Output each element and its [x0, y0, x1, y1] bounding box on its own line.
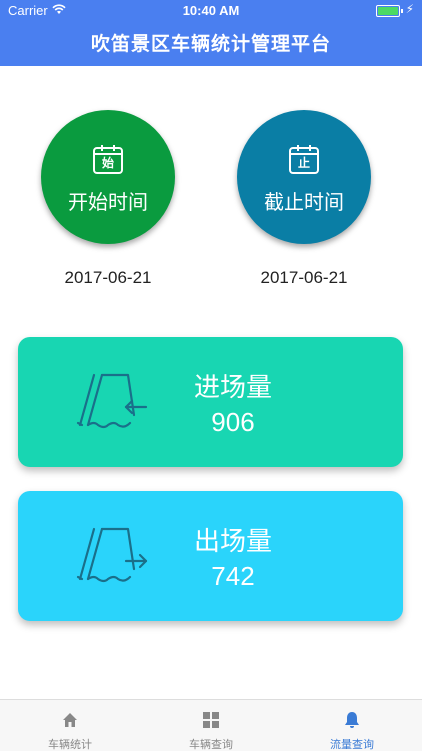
bell-icon [345, 712, 359, 728]
tab-vehicle-stats[interactable]: 车辆统计 [0, 700, 140, 751]
exit-count-value: 742 [211, 561, 255, 591]
entry-count-value: 906 [211, 407, 255, 437]
status-bar: Carrier 10:40 AM ⚡ [0, 0, 422, 22]
end-time-label: 截止时间 [264, 190, 344, 214]
calendar-char: 始 [101, 156, 114, 170]
calendar-char: 止 [297, 156, 310, 170]
tab-vehicle-query[interactable]: 车辆查询 [141, 700, 281, 751]
status-time: 10:40 AM [182, 3, 240, 18]
tab-bar: 车辆统计 车辆查询 流量查询 [0, 699, 422, 751]
start-time-button[interactable]: 始 开始时间 [41, 110, 175, 244]
header-bar: Carrier 10:40 AM ⚡ 吹笛景区车辆统计管理平台 [0, 0, 422, 66]
entry-count-label: 进场量 [193, 373, 272, 403]
charging-icon: ⚡ [405, 2, 414, 16]
start-time-label: 开始时间 [68, 190, 148, 214]
exit-gate-icon [76, 527, 148, 583]
start-date-value: 2017-06-21 [64, 268, 152, 287]
page-title: 吹笛景区车辆统计管理平台 [90, 33, 331, 55]
exit-count-label: 出场量 [193, 527, 272, 557]
home-icon [63, 713, 77, 727]
exit-count-card[interactable]: 出场量 742 [18, 491, 403, 621]
grid-icon [203, 712, 219, 728]
end-date-value: 2017-06-21 [260, 268, 348, 287]
entry-gate-icon [76, 373, 148, 429]
entry-count-card[interactable]: 进场量 906 [18, 337, 403, 467]
battery-icon [376, 5, 403, 17]
end-time-button[interactable]: 止 截止时间 [237, 110, 371, 244]
tab-flow-query[interactable]: 流量查询 [282, 700, 422, 751]
